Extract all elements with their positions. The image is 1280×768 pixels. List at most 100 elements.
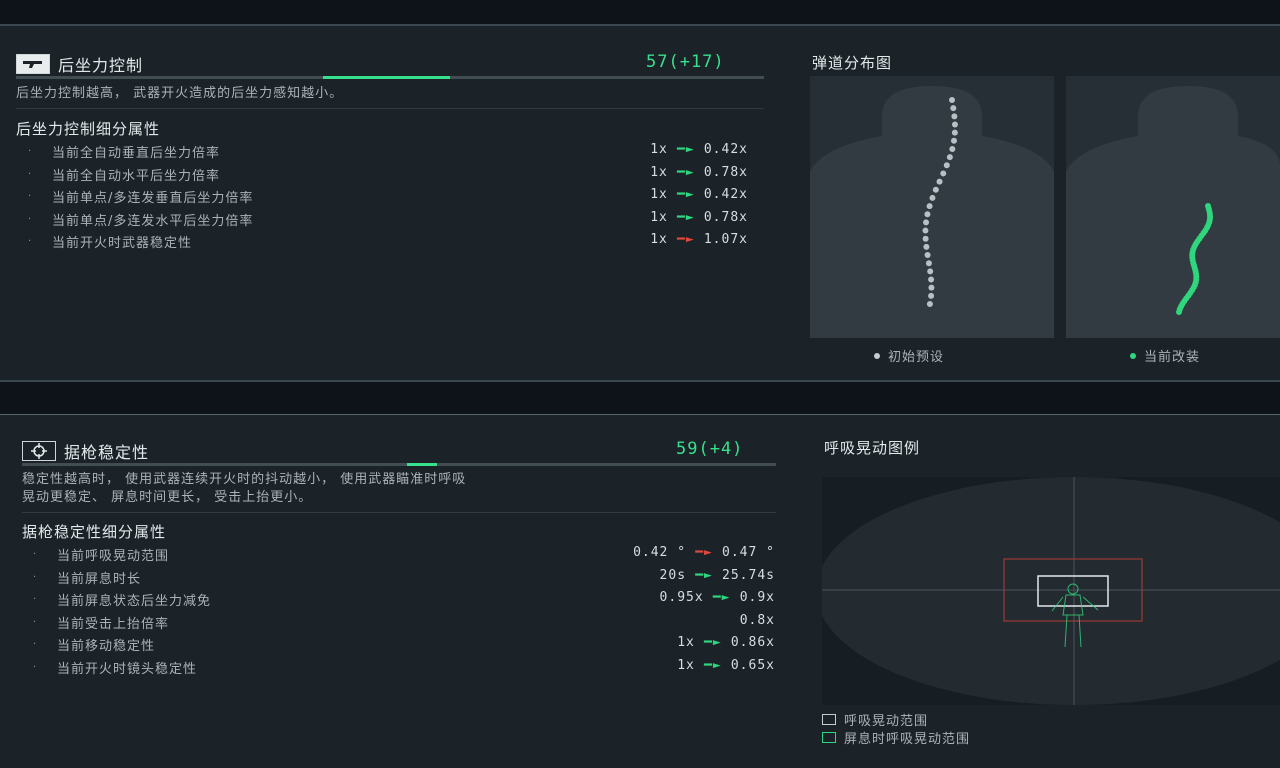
bullet-icon: ·: [28, 236, 33, 247]
bullet-icon: ·: [28, 191, 33, 202]
ballistics-default-target: [810, 76, 1054, 338]
ballistics-title: 弹道分布图: [812, 54, 893, 72]
breathing-diagram-graphic: [822, 477, 1280, 705]
attribute-row: · 当前开火时武器稳定性 1x ━► 1.07x: [28, 232, 748, 255]
attribute-row: · 当前全自动垂直后坐力倍率 1x ━► 0.42x: [28, 142, 748, 165]
legend-hold-range-label: 屏息时呼吸晃动范围: [844, 732, 971, 747]
attribute-to: 0.42x: [703, 142, 748, 157]
stability-panel: 据枪稳定性 59(+4) 稳定性越高时， 使用武器连续开火时的抖动越小， 使用武…: [0, 415, 1280, 768]
attribute-name: 当前开火时武器稳定性: [52, 236, 193, 251]
default-shot-dot: [946, 154, 953, 161]
default-dot-icon: [874, 352, 880, 359]
arrow-right-icon: ━►: [695, 545, 713, 560]
bullet-icon: ·: [33, 571, 38, 583]
attribute-name: 当前屏息时长: [57, 571, 142, 587]
attribute-to: 0.42x: [703, 187, 748, 202]
attribute-from: 1x: [650, 187, 668, 202]
attribute-values: 1x ━► 0.42x: [650, 142, 748, 157]
arrow-right-icon: ━►: [677, 232, 695, 247]
attribute-from: 0.95x: [659, 590, 704, 605]
attribute-from: 1x: [650, 232, 668, 247]
attribute-values: 0.42 ° ━► 0.47 °: [633, 545, 775, 560]
default-shot-dot: [950, 105, 957, 112]
default-shot-dot: [950, 137, 957, 144]
default-shot-dot: [926, 301, 933, 307]
attribute-to: 0.9x: [739, 590, 775, 605]
attribute-to: 0.78x: [703, 164, 748, 180]
stability-title: 据枪稳定性: [64, 443, 150, 462]
default-shot-dot: [928, 284, 935, 291]
legend-breathing-range: 呼吸晃动范围: [822, 710, 928, 729]
legend-current-label: 当前改装: [1144, 350, 1201, 365]
attribute-row: · 当前单点/多连发水平后坐力倍率 1x ━► 0.78x: [28, 210, 748, 233]
attribute-row: · 当前移动稳定性 1x ━► 0.86x: [33, 635, 775, 658]
legend-current: 当前改装: [1130, 346, 1200, 365]
default-shot-dot: [936, 178, 943, 185]
recoil-subtitle: 后坐力控制细分属性: [16, 120, 161, 138]
legend-default-label: 初始预设: [888, 350, 945, 365]
default-shot-dot: [925, 260, 932, 267]
attribute-values: 1x ━► 0.78x: [650, 165, 748, 180]
default-shot-dot: [922, 235, 929, 242]
attribute-to: 0.47 °: [722, 545, 775, 560]
default-shot-dot: [949, 97, 955, 103]
bullet-icon: ·: [28, 146, 33, 157]
recoil-title: 后坐力控制: [58, 56, 144, 75]
attribute-values: 1x ━► 0.86x: [677, 635, 775, 650]
section-divider: [0, 380, 1280, 417]
attribute-values: 1x ━► 0.42x: [650, 187, 748, 202]
default-shot-dot: [928, 276, 935, 283]
attribute-from: 1x: [650, 209, 668, 225]
default-shot-dot: [922, 227, 929, 234]
ballistics-current-target: [1066, 76, 1280, 338]
stability-score: 59(+4): [676, 439, 744, 459]
recoil-progress-bonus: [322, 76, 450, 79]
legend-breathing-range-label: 呼吸晃动范围: [844, 714, 929, 729]
recoil-progress-bar: [16, 76, 764, 79]
stability-divider: [22, 512, 776, 513]
attribute-from: 1x: [650, 142, 668, 157]
recoil-divider: [16, 108, 764, 109]
default-shot-dot: [932, 186, 939, 193]
default-shot-dot: [951, 129, 958, 136]
attribute-from: 1x: [677, 657, 695, 673]
attribute-to: 0.8x: [739, 612, 775, 628]
arrow-right-icon: ━►: [704, 657, 722, 673]
attribute-from: 1x: [650, 164, 668, 180]
attribute-from: 20s: [659, 567, 687, 583]
attribute-name: 当前开火时镜头稳定性: [57, 661, 198, 677]
top-bar: [0, 0, 1280, 26]
legend-default: 初始预设: [874, 346, 944, 365]
arrow-right-icon: ━►: [677, 209, 695, 225]
default-shot-dot: [924, 252, 931, 259]
breathing-diagram: [822, 477, 1280, 705]
default-shot-dot: [926, 203, 933, 210]
default-shot-dot: [940, 170, 947, 177]
attribute-name: 当前屏息状态后坐力减免: [57, 594, 212, 609]
attribute-row: · 当前屏息时长 20s ━► 25.74s: [33, 568, 775, 591]
attribute-name: 当前呼吸晃动范围: [57, 549, 170, 564]
default-shot-dot: [929, 194, 936, 201]
stability-subtitle: 据枪稳定性细分属性: [22, 523, 167, 541]
stability-progress-bonus: [406, 463, 437, 466]
attribute-values: 20s ━► 25.74s: [660, 568, 775, 583]
attribute-row: · 当前开火时镜头稳定性 1x ━► 0.65x: [33, 658, 775, 681]
attribute-name: 当前受击上抬倍率: [57, 616, 170, 632]
attribute-name: 当前单点/多连发水平后坐力倍率: [52, 213, 254, 229]
default-shot-dot: [923, 243, 930, 250]
default-shot-dot: [924, 211, 931, 218]
crosshair-icon: [22, 441, 56, 461]
attribute-from: 1x: [677, 635, 695, 650]
bullet-icon: ·: [33, 639, 38, 650]
attribute-to: 25.74s: [722, 567, 775, 583]
arrow-right-icon: ━►: [695, 567, 713, 583]
attribute-to: 0.86x: [730, 635, 775, 650]
current-shot-dot: [1176, 309, 1182, 315]
attribute-row: · 当前受击上抬倍率 0.8x: [33, 613, 775, 636]
default-shot-dot: [927, 268, 934, 275]
recoil-panel: 后坐力控制 57(+17) 后坐力控制越高， 武器开火造成的后坐力感知越小。 后…: [0, 26, 1280, 380]
attribute-to: 1.07x: [703, 232, 748, 247]
bullet-icon: ·: [33, 594, 38, 605]
default-shot-dot: [943, 162, 950, 169]
legend-hold-range: 屏息时呼吸晃动范围: [822, 728, 970, 747]
